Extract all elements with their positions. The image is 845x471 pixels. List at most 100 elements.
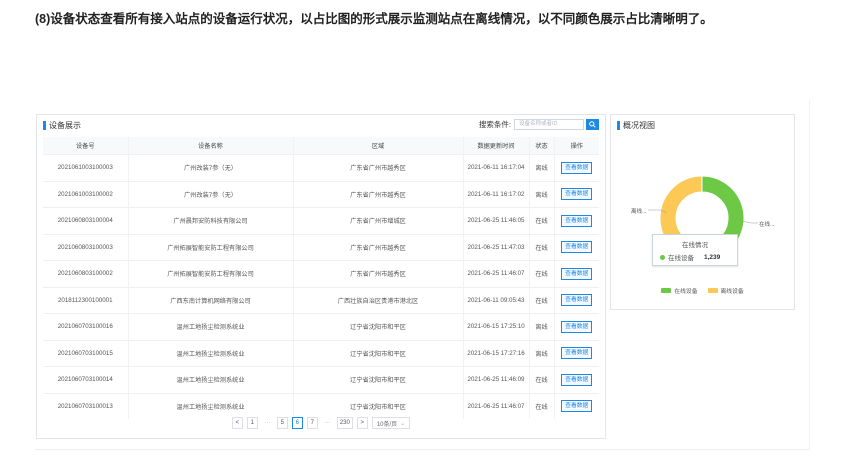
cell-action: 查看数据 bbox=[553, 339, 599, 367]
cell-region: 辽宁省沈阳市和平区 bbox=[292, 313, 463, 340]
overview-panel: 概况视图 离线... 在线... 在线情况 在线设备 1,239 在线设备 离线… bbox=[610, 114, 795, 310]
view-data-button[interactable]: 查看数据 bbox=[561, 320, 593, 333]
view-data-button[interactable]: 查看数据 bbox=[561, 347, 593, 360]
device-panel-title: 设备展示 bbox=[43, 120, 81, 131]
column-header: 数据更新时间 bbox=[462, 137, 529, 155]
cell-id: 2021060803100004 bbox=[43, 207, 128, 234]
view-data-button[interactable]: 查看数据 bbox=[561, 400, 593, 413]
cell-status: 在线 bbox=[528, 233, 554, 261]
legend-label-offline: 离线设备 bbox=[720, 289, 744, 295]
view-data-button[interactable]: 查看数据 bbox=[561, 188, 593, 201]
cell-id: 2021060803100002 bbox=[43, 260, 128, 287]
cell-region: 广东省广州市增城区 bbox=[292, 207, 463, 234]
cell-region: 广东省广州市越秀区 bbox=[292, 233, 463, 261]
cell-name: 温州工地扬尘检测系统业 bbox=[127, 366, 293, 393]
tooltip-row: 在线设备 1,239 bbox=[653, 252, 737, 262]
page-size-select[interactable]: 10条/页 ⌄ bbox=[371, 417, 411, 429]
page-button-5[interactable]: 5 bbox=[276, 417, 288, 429]
table-row: 2021060703100015 温州工地扬尘检测系统业 辽宁省沈阳市和平区 2021… bbox=[43, 339, 599, 367]
search-button[interactable] bbox=[586, 119, 599, 130]
cell-action: 查看数据 bbox=[553, 207, 599, 234]
cell-name: 温州工地扬尘检测系统业 bbox=[127, 392, 293, 419]
cell-action: 查看数据 bbox=[553, 233, 599, 261]
legend-swatch-online bbox=[661, 288, 672, 293]
table-row: 2018112300100001 广西东南计算机网络有限公司 广西壮族自治区贵港市港… bbox=[43, 286, 599, 314]
table-row: 2021061003100002 广州改装7参（无） 广东省广州市越秀区 2021-0… bbox=[43, 180, 599, 208]
cell-id: 2018112300100001 bbox=[43, 286, 128, 314]
cell-name: 温州工地扬尘检测系统业 bbox=[127, 313, 293, 340]
cell-time: 2021-06-15 17:25:10 bbox=[462, 313, 529, 340]
legend-item-offline[interactable]: 离线设备 bbox=[707, 286, 744, 295]
view-data-button[interactable]: 查看数据 bbox=[561, 373, 593, 386]
view-data-button[interactable]: 查看数据 bbox=[561, 294, 593, 307]
device-panel: 设备展示 搜索条件: 设备名称或者ID 设备号 设备名称 区域 数据更新时间 状… bbox=[36, 114, 606, 439]
cell-status: 在线 bbox=[528, 207, 554, 234]
cell-time: 2021-06-15 17:27:16 bbox=[462, 339, 529, 367]
cell-region: 广西壮族自治区贵港市港北区 bbox=[292, 286, 463, 314]
cell-name: 广西东南计算机网络有限公司 bbox=[127, 286, 293, 314]
search-input[interactable]: 设备名称或者ID bbox=[514, 119, 584, 130]
cell-name: 广州拓展智能安防工程有限公司 bbox=[127, 233, 293, 261]
legend-label-online: 在线设备 bbox=[674, 289, 698, 295]
online-dot-icon bbox=[660, 254, 665, 260]
next-page-button[interactable]: > bbox=[356, 417, 368, 429]
cell-id: 2021061003100002 bbox=[43, 180, 128, 208]
view-data-button[interactable]: 查看数据 bbox=[561, 241, 593, 254]
table-row: 2021061003100003 广州改装7参（无） 广东省广州市越秀区 2021-0… bbox=[43, 154, 599, 181]
table-row: 2021060703100013 温州工地扬尘检测系统业 辽宁省沈阳市和平区 2021… bbox=[43, 392, 599, 419]
online-leader-line bbox=[741, 220, 758, 224]
cell-status: 在线 bbox=[528, 260, 554, 287]
chevron-down-icon: ⌄ bbox=[400, 420, 406, 427]
page-caption: (8)设备状态查看所有接入站点的设备运行状况，以占比图的形式展示监测站点在离线情… bbox=[35, 12, 713, 26]
cell-time: 2021-06-25 11:46:05 bbox=[462, 207, 529, 234]
view-data-button[interactable]: 查看数据 bbox=[561, 161, 593, 174]
cell-region: 广东省广州市越秀区 bbox=[292, 180, 463, 208]
cell-action: 查看数据 bbox=[553, 366, 599, 393]
device-panel-title-text: 设备展示 bbox=[49, 121, 81, 130]
page-ellipsis-left[interactable]: ··· bbox=[261, 417, 273, 429]
page-button-1[interactable]: 1 bbox=[246, 417, 258, 429]
table-row: 2021060703100014 温州工地扬尘检测系统业 辽宁省沈阳市和平区 2021… bbox=[43, 366, 599, 393]
cell-action: 查看数据 bbox=[553, 180, 599, 208]
column-header: 状态 bbox=[528, 137, 554, 155]
cell-time: 2021-06-25 11:46:09 bbox=[462, 366, 529, 393]
cell-id: 2021060703100014 bbox=[43, 366, 128, 393]
cell-id: 2021061003100003 bbox=[43, 154, 128, 181]
cell-region: 广东省广州市越秀区 bbox=[292, 154, 463, 181]
view-data-button[interactable]: 查看数据 bbox=[561, 214, 593, 227]
table-row: 2021060803100002 广州拓展智能安防工程有限公司 广东省广州市越秀区 2… bbox=[43, 260, 599, 287]
pagination: < 1 ··· 5 6 7 ··· 230 > 10条/页 ⌄ bbox=[37, 417, 605, 429]
cell-action: 查看数据 bbox=[553, 154, 599, 181]
page-ellipsis-right[interactable]: ··· bbox=[321, 417, 333, 429]
cell-time: 2021-06-11 09:05:43 bbox=[462, 286, 529, 314]
page-button-current[interactable]: 6 bbox=[291, 417, 303, 429]
cell-name: 广州改装7参（无） bbox=[127, 180, 293, 208]
cell-status: 在线 bbox=[528, 286, 554, 314]
cell-time: 2021-06-25 11:46:07 bbox=[462, 260, 529, 287]
cell-time: 2021-06-25 11:47:03 bbox=[462, 233, 529, 261]
cell-action: 查看数据 bbox=[553, 286, 599, 314]
legend-swatch-offline bbox=[707, 288, 718, 293]
cell-status: 离线 bbox=[528, 180, 554, 208]
cell-action: 查看数据 bbox=[553, 260, 599, 287]
column-header: 设备号 bbox=[43, 137, 128, 155]
cell-id: 2021060703100015 bbox=[43, 339, 128, 367]
legend-item-online[interactable]: 在线设备 bbox=[661, 286, 698, 295]
online-slice-label: 在线... bbox=[759, 222, 775, 228]
page-button-7[interactable]: 7 bbox=[306, 417, 318, 429]
search-icon bbox=[589, 121, 596, 128]
table-header-row: 设备号 设备名称 区域 数据更新时间 状态 操作 bbox=[43, 137, 599, 155]
page-size-label: 10条/页 bbox=[376, 421, 398, 428]
search-bar: 搜索条件: 设备名称或者ID bbox=[479, 119, 599, 130]
page-button-last[interactable]: 230 bbox=[336, 417, 353, 429]
cell-status: 在线 bbox=[528, 366, 554, 393]
title-accent-bar bbox=[43, 121, 46, 130]
tooltip-value: 1,239 bbox=[704, 253, 721, 261]
cell-time: 2021-06-25 11:46:07 bbox=[462, 392, 529, 419]
table-row: 2021060803100004 广州晨邦安防科技有限公司 广东省广州市增城区 202… bbox=[43, 207, 599, 234]
column-header: 操作 bbox=[553, 137, 599, 155]
prev-page-button[interactable]: < bbox=[231, 417, 243, 429]
column-header: 设备名称 bbox=[127, 137, 293, 155]
cell-name: 广州拓展智能安防工程有限公司 bbox=[127, 260, 293, 287]
view-data-button[interactable]: 查看数据 bbox=[561, 267, 593, 280]
